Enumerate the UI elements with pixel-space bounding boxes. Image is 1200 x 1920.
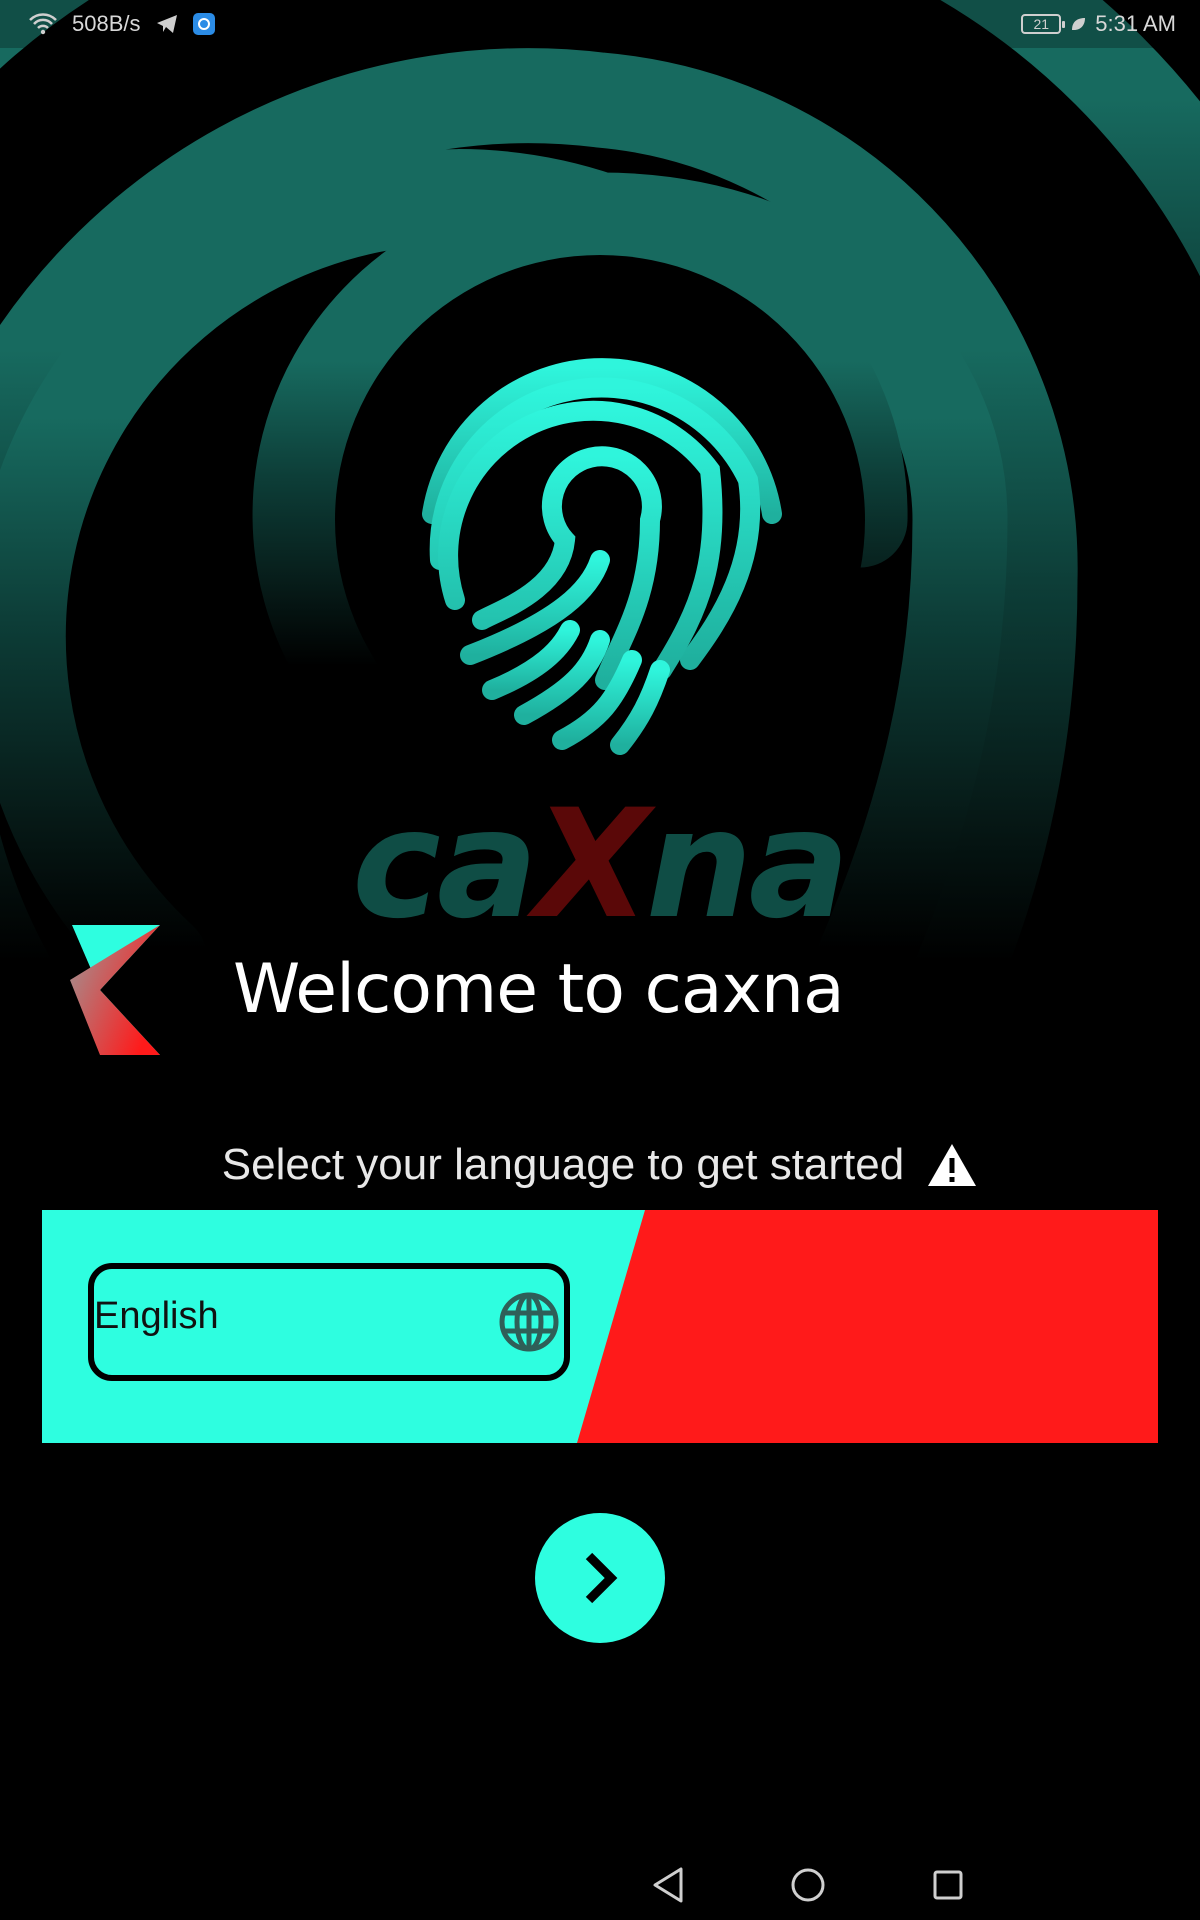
battery-saver-leaf-icon (1072, 18, 1086, 30)
globe-icon (499, 1292, 559, 1352)
language-prompt: Select your language to get started (0, 1135, 1200, 1195)
caxna-logo-icon (70, 925, 160, 1055)
language-select[interactable]: English (88, 1263, 570, 1381)
brand-wordmark: caXna (352, 790, 872, 940)
network-speed: 508B/s (72, 11, 141, 36)
telegram-icon (156, 15, 177, 33)
system-nav-bar (0, 1850, 1200, 1920)
wifi-icon (29, 13, 57, 35)
brand-wordmark-x: X (534, 778, 650, 952)
welcome-title: Welcome to caxna (233, 950, 845, 1029)
battery-level: 21 (1033, 16, 1050, 32)
language-banner: English (42, 1210, 1158, 1443)
status-bar: 508B/s 21 5:31 AM (0, 0, 1200, 48)
home-icon (791, 1868, 825, 1902)
language-prompt-text: Select your language to get started (221, 1140, 905, 1189)
warning-icon[interactable] (926, 1142, 978, 1188)
chevron-right-icon (585, 1552, 618, 1604)
clock: 5:31 AM (1095, 11, 1176, 36)
back-icon (653, 1867, 683, 1903)
next-button[interactable] (535, 1513, 665, 1643)
app-notification-icon (192, 13, 215, 35)
battery-icon: 21 (1021, 14, 1066, 34)
language-select-value: English (94, 1295, 219, 1337)
brand-wordmark-part1: ca (352, 778, 538, 952)
recents-button[interactable] (923, 1860, 973, 1910)
home-button[interactable] (783, 1860, 833, 1910)
brand-wordmark-part2: na (645, 778, 850, 952)
recents-icon (933, 1870, 963, 1900)
back-button[interactable] (643, 1860, 693, 1910)
